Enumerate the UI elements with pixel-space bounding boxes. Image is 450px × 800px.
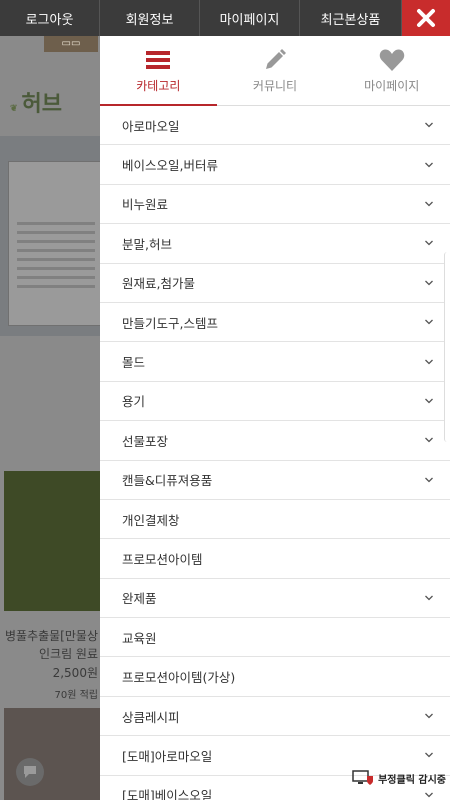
menu-item-label: 캔들&디퓨져용품: [122, 473, 213, 489]
menu-item-label: 아로마오일: [122, 118, 180, 134]
side-drawer: 카테고리 커뮤니티 마이페이지 아로마오일베이스오일,버터류비누원료분말,허브원…: [100, 36, 450, 800]
chevron-down-icon[interactable]: [424, 475, 434, 485]
menu-item-label: 원재료,첨가물: [122, 276, 195, 292]
menu-item-label: 프로모션아이템: [122, 551, 203, 567]
chevron-down-icon[interactable]: [424, 435, 434, 445]
drawer-tabs: 카테고리 커뮤니티 마이페이지: [100, 36, 450, 106]
background-product-price: 2,500원: [52, 666, 98, 680]
menu-item-label: [도매]아로마오일: [122, 748, 213, 764]
chevron-down-icon[interactable]: [424, 396, 434, 406]
chevron-down-icon[interactable]: [424, 160, 434, 170]
menu-item[interactable]: 프로모션아이템(가상): [100, 657, 450, 697]
chevron-down-icon[interactable]: [424, 317, 434, 327]
fraud-badge-label: 부정클릭 감시중: [378, 774, 446, 786]
menu-item-label: 용기: [122, 394, 146, 410]
background-product-image: [4, 471, 101, 611]
chevron-down-icon[interactable]: [424, 120, 434, 130]
tab-community[interactable]: 커뮤니티: [217, 36, 334, 105]
tab-community-label: 커뮤니티: [252, 79, 298, 93]
close-button[interactable]: [402, 0, 450, 36]
menu-item[interactable]: 만들기도구,스템프: [100, 303, 450, 343]
menu-item-label: 상큼레시피: [122, 709, 180, 725]
monitor-shield-icon: [352, 770, 374, 785]
menu-item[interactable]: 선물포장: [100, 421, 450, 461]
menu-item[interactable]: 캔들&디퓨져용품: [100, 461, 450, 500]
fraud-click-monitor-badge: 부정클릭 감시중: [352, 770, 446, 786]
scroll-handle[interactable]: [444, 252, 450, 442]
menu-item-label: 개인결제창: [122, 512, 180, 528]
chevron-down-icon[interactable]: [424, 790, 434, 800]
logout-link[interactable]: 로그아웃: [0, 0, 100, 36]
mypage-link[interactable]: 마이페이지: [200, 0, 300, 36]
menu-item-label: 선물포장: [122, 433, 169, 449]
recent-products-link[interactable]: 최근본상품: [300, 0, 402, 36]
chevron-down-icon[interactable]: [424, 593, 434, 603]
background-product-name: 병풀추출물[만물상: [4, 629, 98, 643]
chat-button[interactable]: [16, 758, 44, 786]
background-logo: ▭▭: [44, 36, 98, 52]
chevron-down-icon[interactable]: [424, 750, 434, 760]
menu-item[interactable]: 완제품: [100, 579, 450, 619]
tab-category-label: 카테고리: [136, 79, 181, 93]
menu-item[interactable]: 교육원: [100, 618, 450, 658]
menu-item-label: 만들기도구,스템프: [122, 315, 218, 331]
menu-item[interactable]: 비누원료: [100, 185, 450, 225]
tab-mypage[interactable]: 마이페이지: [333, 36, 450, 105]
heart-icon: [379, 49, 404, 71]
chat-icon: [24, 766, 36, 778]
chevron-down-icon[interactable]: [424, 357, 434, 367]
menu-item-label: 분말,허브: [122, 236, 172, 252]
menu-icon: [146, 51, 171, 69]
menu-item[interactable]: 용기: [100, 382, 450, 422]
menu-item[interactable]: 프로모션아이템: [100, 539, 450, 579]
menu-item[interactable]: 몰드: [100, 342, 450, 382]
chevron-down-icon[interactable]: [424, 238, 434, 248]
menu-item[interactable]: 베이스오일,버터류: [100, 145, 450, 185]
background-product-points: 70원 적립: [54, 690, 98, 701]
menu-item[interactable]: 분말,허브: [100, 224, 450, 264]
menu-item[interactable]: 개인결제창: [100, 500, 450, 540]
top-bar: 로그아웃 회원정보 마이페이지 최근본상품: [0, 0, 450, 36]
category-menu: 아로마오일베이스오일,버터류비누원료분말,허브원재료,첨가물만들기도구,스템프몰…: [100, 106, 450, 800]
menu-item[interactable]: 원재료,첨가물: [100, 264, 450, 303]
menu-item-label: 프로모션아이템(가상): [122, 670, 236, 686]
menu-item[interactable]: 상큼레시피: [100, 697, 450, 737]
menu-item-label: [도매]베이스오일: [122, 788, 213, 800]
menu-item-label: 베이스오일,버터류: [122, 158, 218, 174]
menu-item[interactable]: 아로마오일: [100, 106, 450, 146]
menu-item-label: 완제품: [122, 591, 157, 607]
menu-item-label: 교육원: [122, 630, 157, 646]
chevron-down-icon[interactable]: [424, 278, 434, 288]
chevron-down-icon[interactable]: [424, 711, 434, 721]
close-icon: [417, 9, 435, 27]
menu-item-label: 비누원료: [122, 197, 169, 213]
tab-mypage-label: 마이페이지: [364, 79, 420, 93]
background-product-sub: 인크림 원료: [38, 647, 98, 661]
tab-category[interactable]: 카테고리: [100, 36, 217, 106]
background-brand: ❦ 허브: [10, 91, 63, 117]
menu-item-label: 몰드: [122, 355, 146, 371]
background-notice-card: [8, 161, 104, 326]
pencil-icon: [266, 49, 286, 69]
background-product-image-2: [4, 708, 101, 800]
member-info-link[interactable]: 회원정보: [100, 0, 200, 36]
chevron-down-icon[interactable]: [424, 199, 434, 209]
